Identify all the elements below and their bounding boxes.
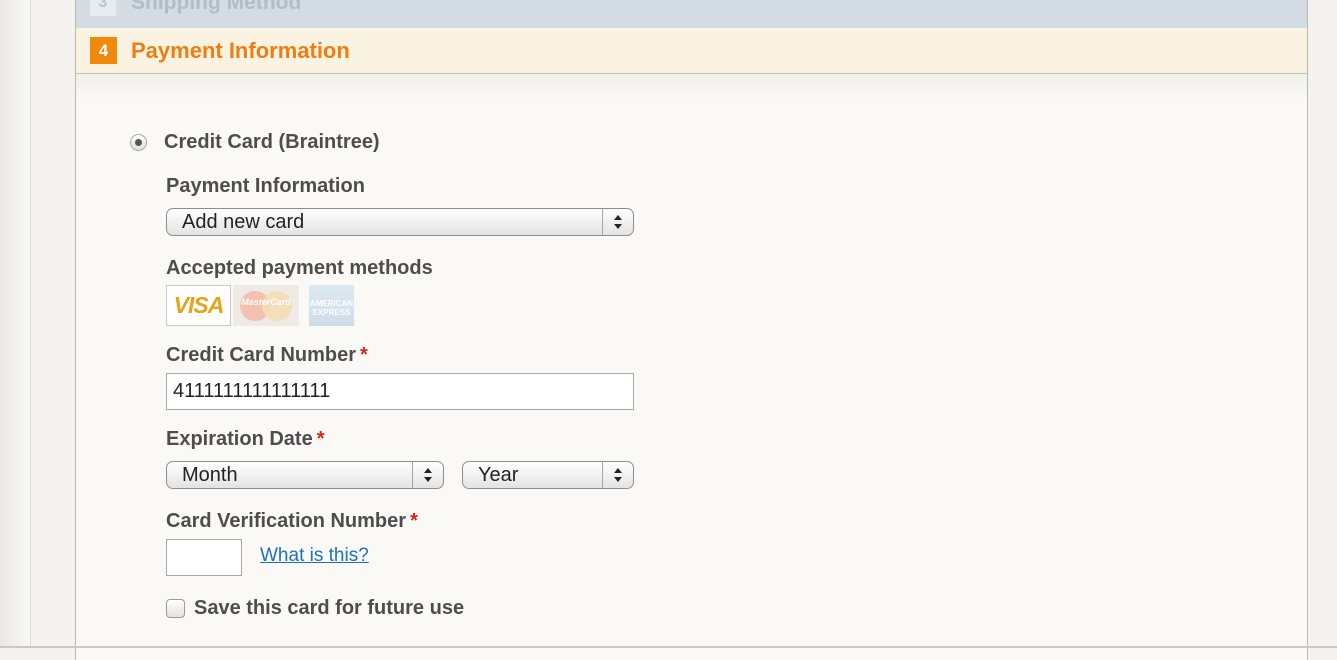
select-arrows-icon <box>602 462 633 488</box>
cvv-label-text: Card Verification Number <box>166 510 407 532</box>
cvv-label: Card Verification Number * <box>166 507 418 535</box>
saved-card-select[interactable]: Add new card <box>166 208 634 236</box>
step-title: Payment Information <box>131 38 350 63</box>
what-is-this-link[interactable]: What is this? <box>260 543 369 569</box>
card-number-label-text: Credit Card Number <box>166 344 357 366</box>
expiration-year-select[interactable]: Year <box>462 461 634 489</box>
step-number-badge: 4 <box>90 37 117 64</box>
required-marker: * <box>360 344 368 366</box>
amex-icon: AMERICAN EXPRESS <box>309 285 354 326</box>
select-arrows-icon <box>602 209 633 235</box>
expiration-date-label: Expiration Date * <box>166 425 325 453</box>
card-number-input[interactable] <box>166 373 634 410</box>
accepted-methods-label: Accepted payment methods <box>166 257 433 279</box>
expiration-month-select[interactable]: Month <box>166 461 444 489</box>
step-title: Shipping Method <box>131 0 302 14</box>
saved-card-select-value: Add new card <box>182 211 305 233</box>
panel-header-shadow <box>76 74 1307 100</box>
required-marker: * <box>316 428 325 450</box>
expiration-month-value: Month <box>182 464 238 486</box>
mastercard-icon: MasterCard <box>233 285 299 326</box>
cvv-input[interactable] <box>166 539 242 576</box>
payment-information-label: Payment Information <box>166 175 365 197</box>
required-marker: * <box>410 510 418 532</box>
amex-text: AMERICAN EXPRESS <box>309 299 354 317</box>
page-left-gutter <box>0 0 31 648</box>
credit-card-braintree-radio[interactable] <box>130 134 147 151</box>
select-arrows-icon <box>412 462 443 488</box>
card-number-label: Credit Card Number * <box>166 341 368 369</box>
save-card-checkbox[interactable] <box>166 599 185 618</box>
visa-icon: VISA <box>166 285 231 326</box>
step-payment-information: 4 Payment Information <box>76 28 1307 74</box>
step-shipping-method[interactable]: 3 Shipping Method <box>76 0 1307 29</box>
expiration-date-label-text: Expiration Date <box>166 428 313 450</box>
mastercard-text: MasterCard <box>241 297 291 307</box>
expiration-year-value: Year <box>478 464 519 486</box>
payment-method-label: Credit Card (Braintree) <box>164 131 380 153</box>
step-number-badge: 3 <box>90 0 116 16</box>
save-card-label: Save this card for future use <box>194 597 465 619</box>
